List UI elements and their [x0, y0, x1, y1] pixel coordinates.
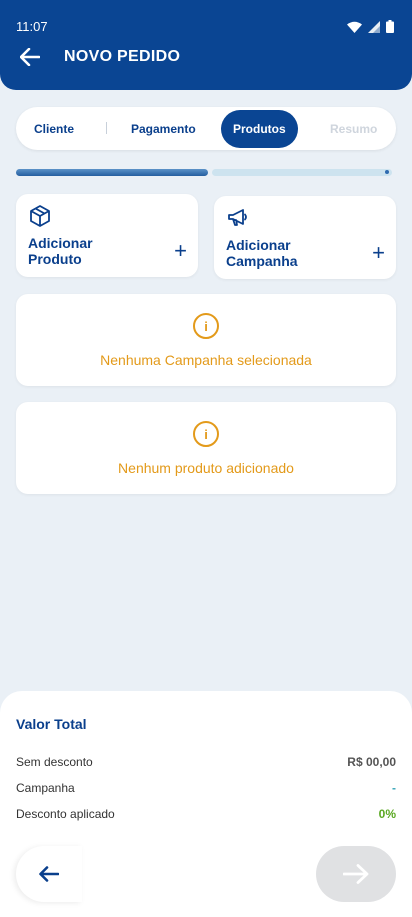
app-bar: 11:07 NOVO PEDIDO — [0, 0, 412, 90]
wifi-icon — [347, 21, 362, 33]
add-campaign-label-line1: Adicionar — [226, 237, 291, 253]
add-product-label: Adicionar Produto — [28, 235, 93, 267]
battery-icon — [386, 20, 394, 33]
no-product-notice: i Nenhum produto adicionado — [16, 402, 396, 494]
summary-label: Campanha — [16, 781, 75, 795]
progress-bar-remaining — [212, 169, 392, 176]
progress-end-dot — [385, 170, 389, 174]
arrow-left-icon — [39, 866, 59, 882]
step-resumo[interactable]: Resumo — [330, 122, 377, 136]
no-campaign-notice: i Nenhuma Campanha selecionada — [16, 294, 396, 386]
status-time: 11:07 — [16, 19, 48, 34]
add-campaign-plus-icon: + — [372, 240, 385, 265]
signal-icon — [368, 20, 380, 33]
arrow-right-icon — [343, 864, 369, 884]
summary-title: Valor Total — [16, 716, 87, 732]
summary-value: R$ 00,00 — [347, 755, 396, 769]
previous-step-button[interactable] — [16, 846, 82, 902]
summary-row-sem-desconto: Sem desconto R$ 00,00 — [16, 755, 396, 769]
progress-bar-completed — [16, 169, 208, 176]
stepper: Cliente Pagamento Produtos Resumo — [16, 107, 396, 150]
summary-row-campanha: Campanha - — [16, 781, 396, 795]
back-arrow-icon[interactable] — [20, 48, 40, 66]
status-bar: 11:07 — [16, 19, 394, 34]
step-pagamento[interactable]: Pagamento — [131, 122, 196, 136]
page-title: NOVO PEDIDO — [64, 48, 181, 65]
add-campaign-card[interactable]: Adicionar Campanha + — [214, 196, 396, 279]
summary-value: - — [392, 781, 396, 795]
add-campaign-label-line2: Campanha — [226, 253, 298, 269]
step-separator — [106, 122, 107, 134]
add-product-plus-icon: + — [174, 238, 187, 263]
box-icon — [30, 205, 50, 227]
add-campaign-label: Adicionar Campanha — [226, 237, 298, 269]
megaphone-icon — [228, 209, 247, 226]
no-product-text: Nenhum produto adicionado — [118, 460, 294, 476]
no-campaign-text: Nenhuma Campanha selecionada — [100, 352, 312, 368]
add-product-card[interactable]: Adicionar Produto + — [16, 194, 198, 277]
status-icons — [347, 20, 394, 33]
add-product-label-line1: Adicionar — [28, 235, 93, 251]
info-icon: i — [193, 421, 219, 447]
next-step-button[interactable] — [316, 846, 396, 902]
step-cliente[interactable]: Cliente — [34, 122, 74, 136]
step-produtos[interactable]: Produtos — [221, 109, 298, 148]
summary-panel: Valor Total Sem desconto R$ 00,00 Campan… — [0, 691, 412, 917]
info-icon: i — [193, 313, 219, 339]
add-product-label-line2: Produto — [28, 251, 82, 267]
summary-row-desconto: Desconto aplicado 0% — [16, 807, 396, 821]
summary-value: 0% — [378, 807, 396, 821]
summary-label: Sem desconto — [16, 755, 93, 769]
summary-label: Desconto aplicado — [16, 807, 115, 821]
